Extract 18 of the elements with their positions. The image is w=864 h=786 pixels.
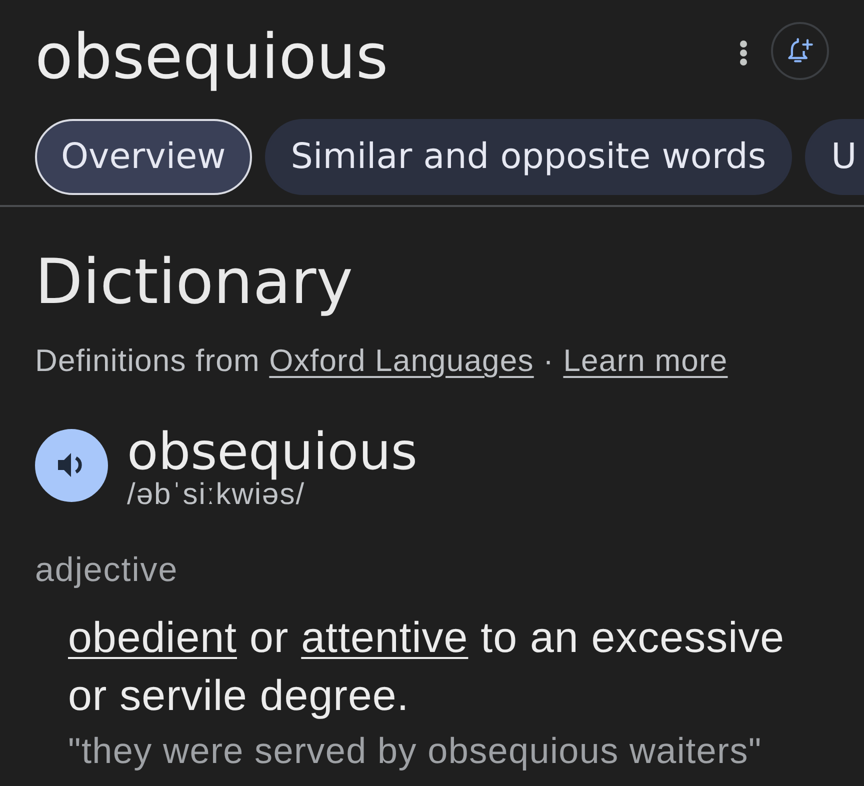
attribution-text: Definitions from Oxford Languages · Learn more xyxy=(35,343,729,379)
phonetic-text: /əbˈsiːkwiəs/ xyxy=(127,479,306,511)
definition-text: obedient or attentive to an excessive or servile degree. xyxy=(68,613,786,722)
learn-more-link[interactable]: Learn more xyxy=(563,343,728,378)
add-alert-button[interactable] xyxy=(771,22,829,80)
bell-plus-icon xyxy=(786,37,814,65)
example-sentence: "they were served by obsequious waiters" xyxy=(68,731,763,771)
tab[interactable]: Similar and opposite words xyxy=(264,119,792,195)
tab[interactable]: U xyxy=(805,119,864,195)
word-link[interactable]: obedient xyxy=(68,614,237,662)
section-heading: Dictionary xyxy=(35,247,354,317)
headword: obsequious xyxy=(127,427,418,479)
tab[interactable]: Overview xyxy=(35,119,252,195)
word-link[interactable]: attentive xyxy=(301,614,468,662)
search-title: obsequious xyxy=(35,22,390,92)
more-menu-icon[interactable] xyxy=(739,40,748,66)
source-link[interactable]: Oxford Languages xyxy=(269,343,534,378)
part-of-speech: adjective xyxy=(35,551,180,589)
